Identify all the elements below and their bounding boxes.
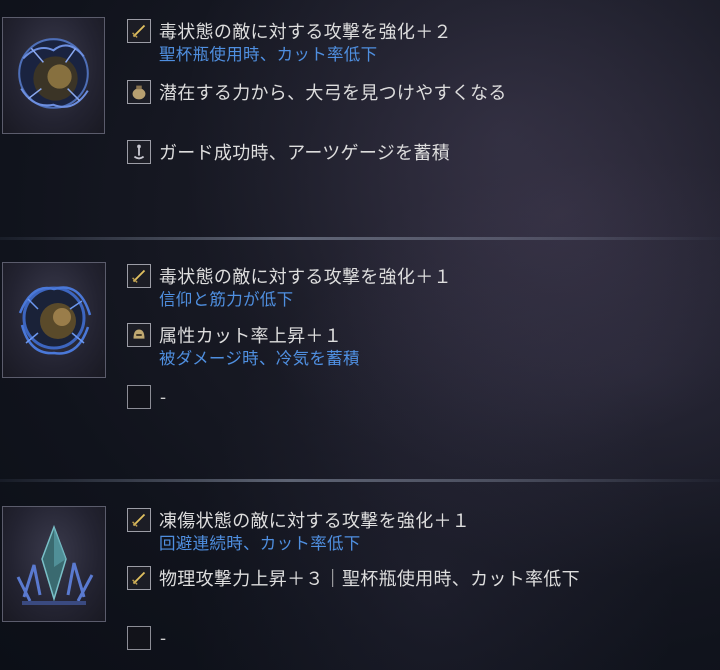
empty-slot bbox=[127, 626, 151, 650]
effect-main-text: 物理攻撃力上昇＋３｜聖杯瓶使用時、カット率低下 bbox=[159, 569, 580, 590]
empty-slot bbox=[127, 385, 151, 409]
effect-main-text: - bbox=[160, 628, 167, 649]
effect-sub-text: 被ダメージ時、冷気を蓄積 bbox=[159, 349, 360, 368]
dark-orb-relic-icon[interactable] bbox=[2, 17, 105, 134]
effect-sub-text: 聖杯瓶使用時、カット率低下 bbox=[159, 45, 378, 64]
pouch-icon bbox=[127, 80, 151, 104]
effect-sub-text: 信仰と筋力が低下 bbox=[159, 290, 294, 309]
shield-icon bbox=[127, 140, 151, 164]
helmet-icon bbox=[127, 323, 151, 347]
crystal-relic-icon[interactable] bbox=[2, 506, 106, 622]
effect-main-text: ガード成功時、アーツゲージを蓄積 bbox=[159, 143, 450, 164]
sword-icon bbox=[127, 264, 151, 288]
relic-card-3[interactable]: 凍傷状態の敵に対する攻撃を強化＋１ 回避連続時、カット率低下 物理攻撃力上昇＋３… bbox=[0, 482, 720, 670]
sword-icon bbox=[127, 19, 151, 43]
relic-card-2[interactable]: 毒状態の敵に対する攻撃を強化＋１ 信仰と筋力が低下 属性カット率上昇＋１ 被ダメ… bbox=[0, 241, 720, 479]
blue-orb-relic-icon[interactable] bbox=[2, 262, 106, 378]
divider bbox=[0, 237, 720, 240]
relic-card-1[interactable]: 毒状態の敵に対する攻撃を強化＋２ 聖杯瓶使用時、カット率低下 潜在する力から、大… bbox=[0, 0, 720, 238]
effect-sub-text: 回避連続時、カット率低下 bbox=[159, 534, 361, 553]
sword-icon bbox=[127, 508, 151, 532]
effect-main-text: - bbox=[160, 387, 167, 408]
effect-main-text: 潜在する力から、大弓を見つけやすくなる bbox=[159, 83, 507, 104]
sword-icon bbox=[127, 566, 151, 590]
